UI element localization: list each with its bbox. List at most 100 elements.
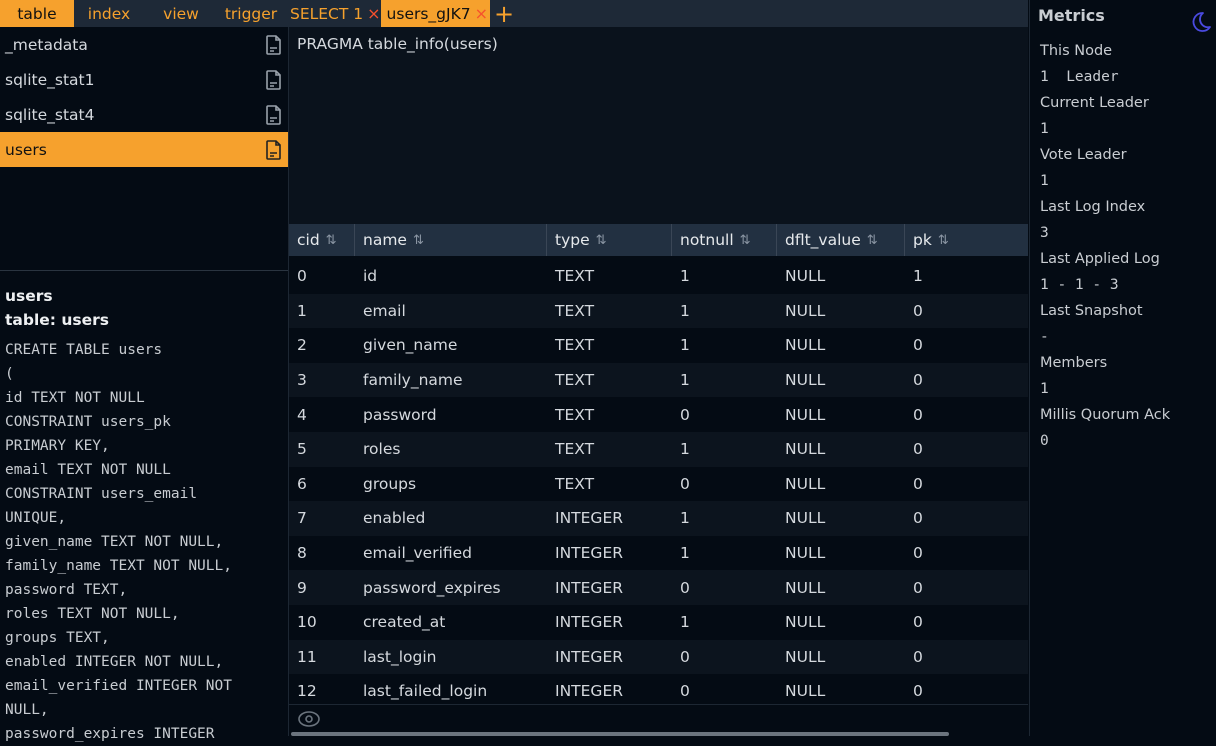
table-row[interactable]: 3 family_name TEXT 1 NULL 0 xyxy=(289,362,1028,398)
cell-notnull[interactable]: 1 xyxy=(672,509,777,527)
cell-name[interactable]: created_at xyxy=(355,613,547,631)
cell-notnull[interactable]: 0 xyxy=(672,579,777,597)
sort-icon[interactable]: ⇅ xyxy=(867,233,878,248)
cell-type[interactable]: TEXT xyxy=(547,440,672,458)
cell-type[interactable]: TEXT xyxy=(547,267,672,285)
close-tab-icon[interactable]: × xyxy=(367,5,380,22)
cell-name[interactable]: given_name xyxy=(355,336,547,354)
tab-trigger[interactable]: trigger xyxy=(218,0,284,27)
table-row[interactable]: 6 groups TEXT 0 NULL 0 xyxy=(289,467,1028,502)
table-row[interactable]: 4 password TEXT 0 NULL 0 xyxy=(289,397,1028,432)
horizontal-scrollbar[interactable] xyxy=(291,732,949,736)
cell-pk[interactable]: 0 xyxy=(905,544,1028,562)
sort-icon[interactable]: ⇅ xyxy=(326,233,337,248)
cell-dflt-value[interactable]: NULL xyxy=(777,648,905,666)
cell-notnull[interactable]: 0 xyxy=(672,475,777,493)
tab-index[interactable]: index xyxy=(74,0,144,27)
cell-type[interactable]: TEXT xyxy=(547,336,672,354)
sort-icon[interactable]: ⇅ xyxy=(938,233,949,248)
cell-dflt-value[interactable]: NULL xyxy=(777,302,905,320)
cell-type[interactable]: INTEGER xyxy=(547,648,672,666)
cell-type[interactable]: TEXT xyxy=(547,371,672,389)
table-row[interactable]: 2 given_name TEXT 1 NULL 0 xyxy=(289,328,1028,363)
cell-cid[interactable]: 9 xyxy=(289,579,355,597)
table-list-item-users[interactable]: users xyxy=(0,132,288,167)
cell-dflt-value[interactable]: NULL xyxy=(777,509,905,527)
cell-cid[interactable]: 7 xyxy=(289,509,355,527)
tab-table[interactable]: table xyxy=(0,0,74,27)
cell-notnull[interactable]: 0 xyxy=(672,406,777,424)
cell-pk[interactable]: 0 xyxy=(905,509,1028,527)
cell-dflt-value[interactable]: NULL xyxy=(777,371,905,389)
cell-name[interactable]: password xyxy=(355,406,547,424)
cell-type[interactable]: INTEGER xyxy=(547,544,672,562)
cell-dflt-value[interactable]: NULL xyxy=(777,336,905,354)
sort-icon[interactable]: ⇅ xyxy=(740,233,751,248)
cell-name[interactable]: family_name xyxy=(355,371,547,389)
cell-notnull[interactable]: 1 xyxy=(672,267,777,285)
cell-type[interactable]: TEXT xyxy=(547,302,672,320)
sort-icon[interactable]: ⇅ xyxy=(413,233,424,248)
cell-pk[interactable]: 1 xyxy=(905,267,1028,285)
column-header-dflt-value[interactable]: dflt_value ⇅ xyxy=(777,224,905,256)
cell-cid[interactable]: 8 xyxy=(289,544,355,562)
cell-cid[interactable]: 2 xyxy=(289,336,355,354)
cell-pk[interactable]: 0 xyxy=(905,406,1028,424)
column-header-name[interactable]: name ⇅ xyxy=(355,224,547,256)
cell-dflt-value[interactable]: NULL xyxy=(777,267,905,285)
add-tab-button[interactable]: + xyxy=(490,0,518,27)
cell-notnull[interactable]: 0 xyxy=(672,682,777,700)
cell-dflt-value[interactable]: NULL xyxy=(777,544,905,562)
column-header-cid[interactable]: cid ⇅ xyxy=(289,224,355,256)
table-list-item-metadata[interactable]: _metadata xyxy=(0,27,288,62)
tab-query-select-1[interactable]: SELECT 1 × xyxy=(284,0,381,27)
table-list-item-sqlite-stat4[interactable]: sqlite_stat4 xyxy=(0,97,288,132)
query-editor[interactable]: PRAGMA table_info(users) xyxy=(289,27,1028,224)
cell-dflt-value[interactable]: NULL xyxy=(777,579,905,597)
cell-type[interactable]: INTEGER xyxy=(547,509,672,527)
table-row[interactable]: 11 last_login INTEGER 0 NULL 0 xyxy=(289,639,1028,675)
cell-pk[interactable]: 0 xyxy=(905,648,1028,666)
cell-name[interactable]: roles xyxy=(355,440,547,458)
cell-cid[interactable]: 11 xyxy=(289,648,355,666)
cell-type[interactable]: INTEGER xyxy=(547,613,672,631)
cell-cid[interactable]: 0 xyxy=(289,267,355,285)
cell-cid[interactable]: 4 xyxy=(289,406,355,424)
column-header-type[interactable]: type ⇅ xyxy=(547,224,672,256)
cell-name[interactable]: enabled xyxy=(355,509,547,527)
cell-cid[interactable]: 1 xyxy=(289,302,355,320)
cell-cid[interactable]: 10 xyxy=(289,613,355,631)
close-tab-icon[interactable]: × xyxy=(475,5,488,22)
cell-notnull[interactable]: 1 xyxy=(672,336,777,354)
cell-notnull[interactable]: 1 xyxy=(672,302,777,320)
cell-dflt-value[interactable]: NULL xyxy=(777,475,905,493)
cell-pk[interactable]: 0 xyxy=(905,302,1028,320)
table-row[interactable]: 1 email TEXT 1 NULL 0 xyxy=(289,293,1028,329)
cell-notnull[interactable]: 0 xyxy=(672,648,777,666)
cell-dflt-value[interactable]: NULL xyxy=(777,613,905,631)
cell-pk[interactable]: 0 xyxy=(905,371,1028,389)
table-row[interactable]: 8 email_verified INTEGER 1 NULL 0 xyxy=(289,536,1028,571)
cell-notnull[interactable]: 1 xyxy=(672,613,777,631)
column-header-notnull[interactable]: notnull ⇅ xyxy=(672,224,777,256)
query-text[interactable]: PRAGMA table_info(users) xyxy=(297,35,498,53)
cell-type[interactable]: TEXT xyxy=(547,406,672,424)
table-row[interactable]: 10 created_at INTEGER 1 NULL 0 xyxy=(289,605,1028,640)
cell-notnull[interactable]: 1 xyxy=(672,440,777,458)
cell-type[interactable]: INTEGER xyxy=(547,579,672,597)
cell-type[interactable]: INTEGER xyxy=(547,682,672,700)
table-row[interactable]: 0 id TEXT 1 NULL 1 xyxy=(289,259,1028,294)
cell-type[interactable]: TEXT xyxy=(547,475,672,493)
cell-pk[interactable]: 0 xyxy=(905,440,1028,458)
cell-name[interactable]: last_login xyxy=(355,648,547,666)
cell-pk[interactable]: 0 xyxy=(905,613,1028,631)
cell-name[interactable]: id xyxy=(355,267,547,285)
moon-icon[interactable] xyxy=(1188,10,1212,34)
sort-icon[interactable]: ⇅ xyxy=(596,233,607,248)
cell-name[interactable]: email xyxy=(355,302,547,320)
cell-dflt-value[interactable]: NULL xyxy=(777,682,905,700)
cell-notnull[interactable]: 1 xyxy=(672,371,777,389)
cell-pk[interactable]: 0 xyxy=(905,475,1028,493)
cell-notnull[interactable]: 1 xyxy=(672,544,777,562)
column-header-pk[interactable]: pk ⇅ xyxy=(905,224,1028,256)
